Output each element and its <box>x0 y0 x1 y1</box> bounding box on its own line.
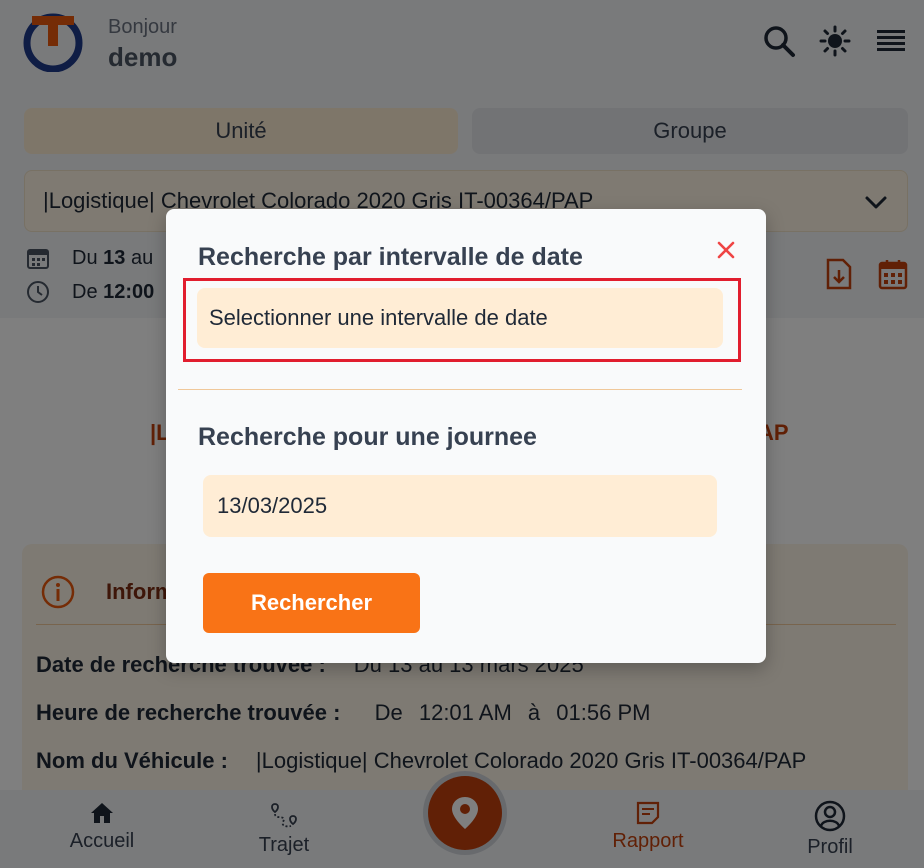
day-date-input[interactable]: 13/03/2025 <box>203 475 717 537</box>
day-search-title: Recherche pour une journee <box>198 423 537 451</box>
close-icon[interactable] <box>715 239 737 261</box>
date-range-input[interactable] <box>197 288 723 348</box>
date-search-modal: Recherche par intervalle de date Recherc… <box>166 209 766 663</box>
day-date-value: 13/03/2025 <box>217 493 328 518</box>
range-search-title: Recherche par intervalle de date <box>198 243 583 271</box>
search-button[interactable]: Rechercher <box>203 573 420 633</box>
modal-divider <box>178 389 742 390</box>
